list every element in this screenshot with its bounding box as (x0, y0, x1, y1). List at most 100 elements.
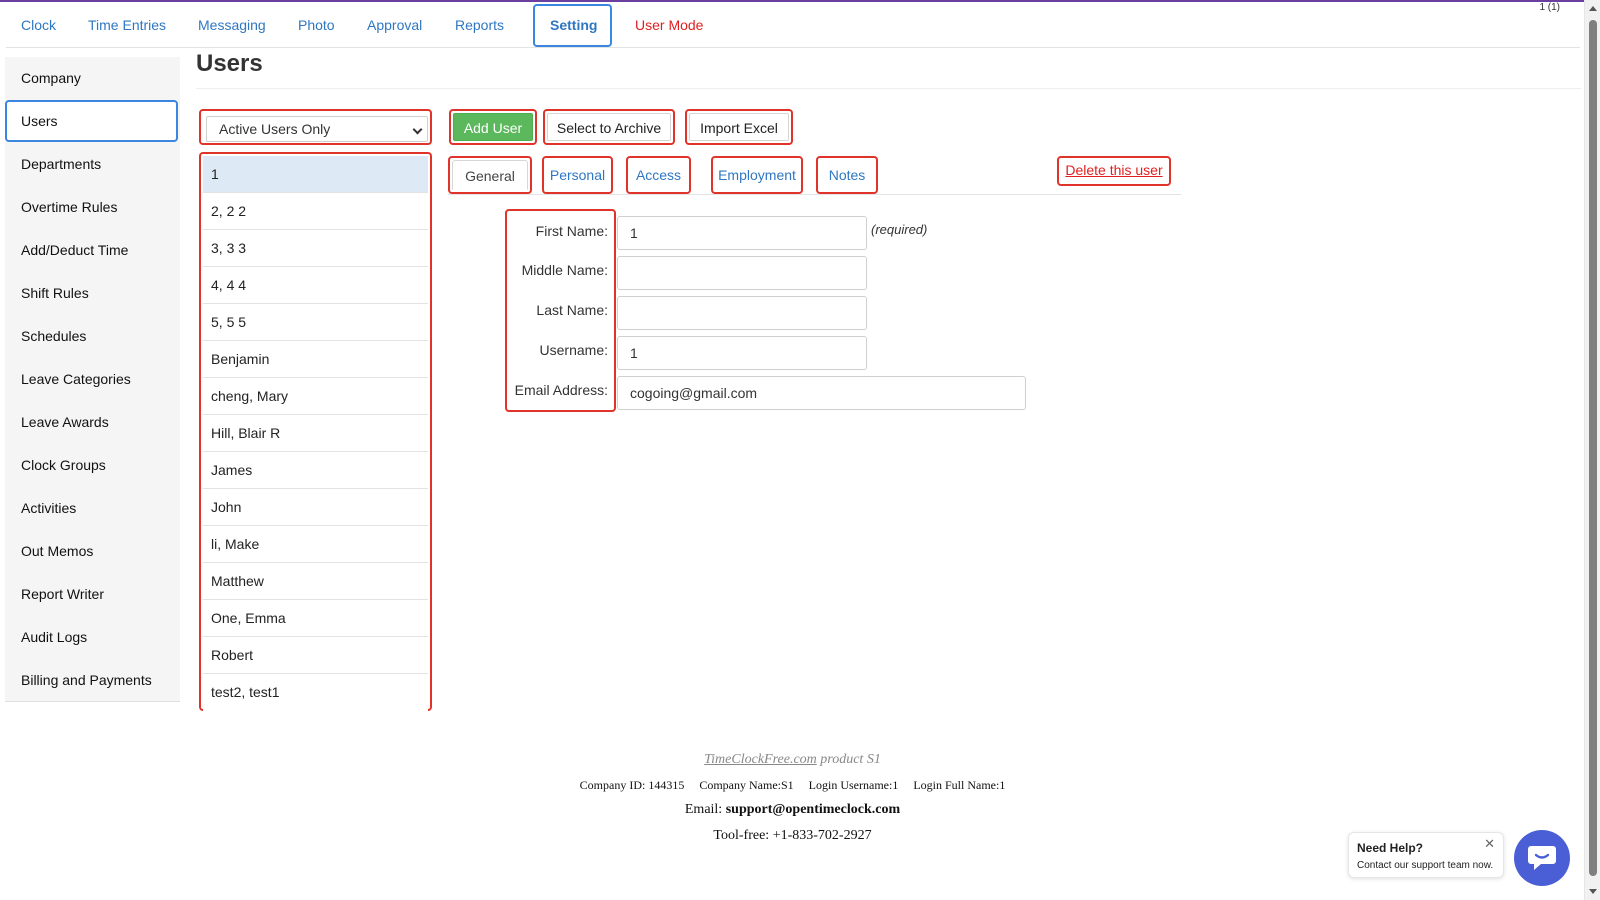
user-list-item[interactable]: One, Emma (203, 600, 428, 637)
footer-brand-suffix: product S1 (820, 752, 881, 767)
user-list-item[interactable]: test2, test1 (203, 674, 428, 711)
footer-brand-link[interactable]: TimeClockFree.com (704, 752, 817, 767)
sidebar-item-out-memos[interactable]: Out Memos (5, 530, 180, 572)
tab-employment-highlight: Employment (711, 156, 803, 194)
user-list-item[interactable]: 1 (203, 156, 428, 193)
middle-name-label: Middle Name: (521, 262, 608, 278)
user-list-item[interactable]: Benjamin (203, 341, 428, 378)
first-name-label: First Name: (535, 223, 608, 239)
help-subtitle: Contact our support team now. (1357, 860, 1494, 871)
user-list-item[interactable]: Hill, Blair R (203, 415, 428, 452)
user-list-item[interactable]: 2, 2 2 (203, 193, 428, 230)
scroll-up-icon[interactable] (1589, 6, 1597, 11)
tab-photo[interactable]: Photo (283, 4, 350, 47)
delete-user-highlight: Delete this user (1057, 156, 1171, 186)
form-labels-highlight: First Name: Middle Name: Last Name: User… (505, 209, 616, 412)
tab-access-highlight: Access (626, 156, 691, 194)
user-list-item[interactable]: 4, 4 4 (203, 267, 428, 304)
select-to-archive-highlight: Select to Archive (543, 109, 675, 145)
close-icon[interactable]: ✕ (1484, 836, 1495, 852)
user-list-item[interactable]: li, Make (203, 526, 428, 563)
scrollbar-thumb[interactable] (1589, 20, 1597, 876)
title-divider (196, 88, 1581, 89)
footer-company-id: Company ID: 144315 (579, 778, 685, 792)
top-nav: Clock Time Entries Messaging Photo Appro… (6, 4, 1580, 48)
chevron-down-icon (412, 124, 423, 135)
page-title: Users (196, 50, 263, 77)
top-accent-line (0, 0, 1600, 2)
sidebar-item-company[interactable]: Company (5, 57, 180, 99)
footer-company-name: Company Name:S1 (699, 778, 794, 792)
tab-employment[interactable]: Employment (715, 160, 799, 190)
page-scrollbar[interactable] (1584, 0, 1600, 900)
help-title: Need Help? (1357, 841, 1424, 855)
import-excel-button[interactable]: Import Excel (689, 113, 789, 141)
footer-brand: TimeClockFree.com product S1 (0, 752, 1585, 768)
delete-user-link[interactable]: Delete this user (1059, 162, 1169, 178)
last-name-label: Last Name: (536, 302, 608, 318)
user-list-item[interactable]: cheng, Mary (203, 378, 428, 415)
sidebar-item-users[interactable]: Users (5, 100, 178, 142)
tab-general-highlight: General (448, 156, 532, 194)
tab-approval[interactable]: Approval (352, 4, 437, 47)
footer-email-label: Email: (684, 802, 723, 817)
username-field[interactable]: 1 (617, 336, 867, 370)
sidebar-item-overtime-rules[interactable]: Overtime Rules (5, 186, 180, 228)
user-list-item[interactable]: 3, 3 3 (203, 230, 428, 267)
tabs-divider (448, 194, 1181, 195)
user-list-item[interactable]: 5, 5 5 (203, 304, 428, 341)
tab-notes[interactable]: Notes (820, 160, 874, 190)
scroll-down-icon[interactable] (1589, 889, 1597, 894)
user-list: 1 2, 2 2 3, 3 3 4, 4 4 5, 5 5 Benjamin c… (199, 152, 432, 711)
tab-clock[interactable]: Clock (6, 4, 71, 47)
sidebar-item-shift-rules[interactable]: Shift Rules (5, 272, 180, 314)
footer-email: Email: support@opentimeclock.com (0, 802, 1585, 818)
email-label: Email Address: (514, 382, 608, 398)
sidebar-item-add-deduct-time[interactable]: Add/Deduct Time (5, 229, 180, 271)
sidebar-item-report-writer[interactable]: Report Writer (5, 573, 180, 615)
user-filter-select[interactable]: Active Users Only (206, 116, 428, 142)
sidebar-item-schedules[interactable]: Schedules (5, 315, 180, 357)
chat-button[interactable] (1514, 830, 1570, 886)
tab-personal-highlight: Personal (542, 156, 613, 194)
sidebar-item-leave-awards[interactable]: Leave Awards (5, 401, 180, 443)
chat-icon (1528, 846, 1556, 870)
add-user-button[interactable]: Add User (453, 113, 533, 141)
tab-personal[interactable]: Personal (546, 160, 609, 190)
sidebar-item-departments[interactable]: Departments (5, 143, 180, 185)
footer-login-username: Login Username:1 (808, 778, 899, 792)
tab-messaging[interactable]: Messaging (183, 4, 281, 47)
tab-general[interactable]: General (452, 160, 528, 190)
tab-setting[interactable]: Setting (533, 4, 612, 47)
email-field[interactable]: cogoing@gmail.com (617, 376, 1026, 410)
middle-name-field[interactable] (617, 256, 867, 290)
sidebar-item-leave-categories[interactable]: Leave Categories (5, 358, 180, 400)
add-user-highlight: Add User (449, 109, 537, 145)
sidebar-item-clock-groups[interactable]: Clock Groups (5, 444, 180, 486)
user-list-item[interactable]: James (203, 452, 428, 489)
footer-login-full-name: Login Full Name:1 (913, 778, 1006, 792)
user-filter-value: Active Users Only (219, 121, 331, 137)
sidebar-item-audit-logs[interactable]: Audit Logs (5, 616, 180, 658)
tab-reports[interactable]: Reports (440, 4, 519, 47)
first-name-field[interactable]: 1 (617, 216, 867, 250)
tab-user-mode[interactable]: User Mode (620, 4, 718, 47)
footer-email-value: support@opentimeclock.com (725, 802, 901, 817)
user-list-item[interactable]: Matthew (203, 563, 428, 600)
user-list-item[interactable]: Robert (203, 637, 428, 674)
select-to-archive-button[interactable]: Select to Archive (547, 113, 671, 141)
footer-ids: Company ID: 144315 Company Name:S1 Login… (0, 778, 1585, 793)
tab-access[interactable]: Access (630, 160, 687, 190)
user-filter-highlight: Active Users Only (199, 109, 432, 145)
import-excel-highlight: Import Excel (685, 109, 793, 145)
user-list-item[interactable]: John (203, 489, 428, 526)
tab-time-entries[interactable]: Time Entries (73, 4, 181, 47)
sidebar-item-activities[interactable]: Activities (5, 487, 180, 529)
required-note: (required) (871, 222, 928, 237)
tab-notes-highlight: Notes (816, 156, 878, 194)
settings-sidebar: Company Users Departments Overtime Rules… (5, 57, 180, 702)
last-name-field[interactable] (617, 296, 867, 330)
username-label: Username: (539, 342, 608, 358)
sidebar-item-billing-and-payments[interactable]: Billing and Payments (5, 659, 180, 701)
help-card[interactable]: Need Help? Contact our support team now.… (1348, 832, 1504, 878)
